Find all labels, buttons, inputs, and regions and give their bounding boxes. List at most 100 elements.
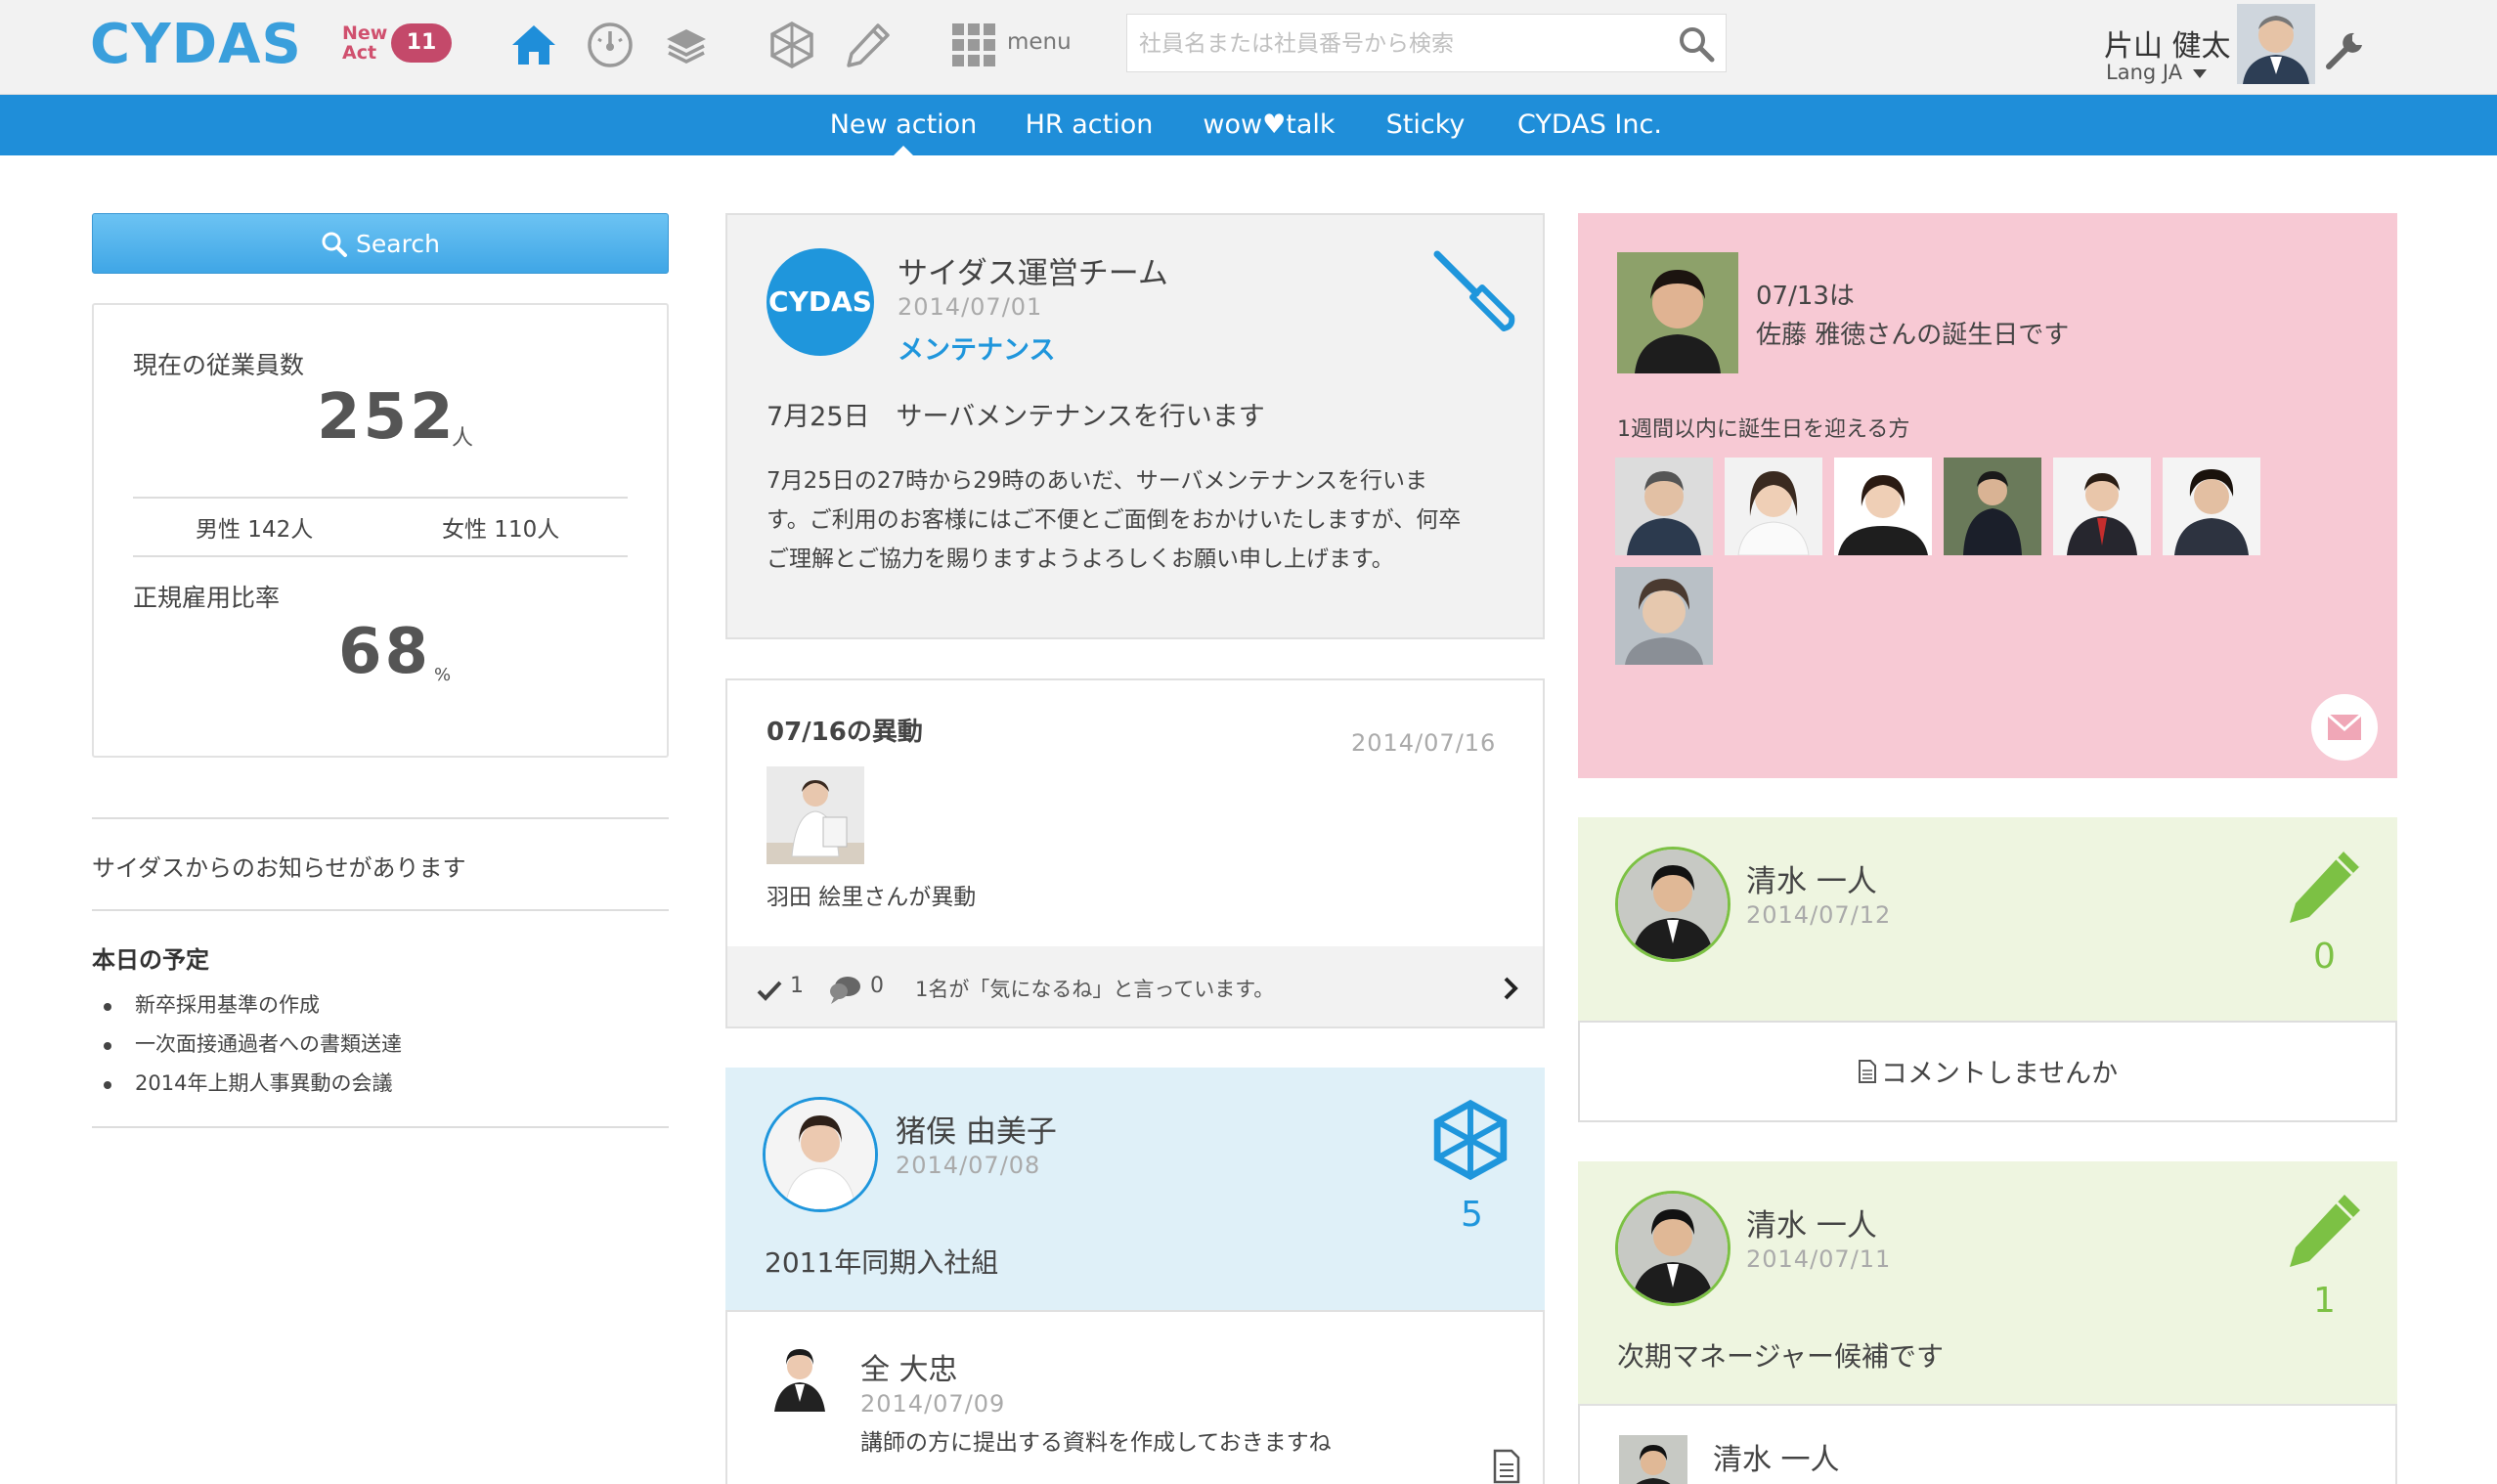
cydas-team-avatar[interactable]: CYDAS xyxy=(767,248,874,356)
comment-prompt: コメントしませんか xyxy=(1580,1052,2395,1090)
post-body-line: 7月25日の27時から29時のあいだ、サーバメンテナンスを行いま xyxy=(767,468,1428,494)
transfer-person-photo[interactable] xyxy=(767,766,864,864)
reply-post-card[interactable]: 全 大忠 2014/07/09 講師の方に提出する資料を作成しておきますね xyxy=(725,1310,1545,1484)
right-post-avatar[interactable] xyxy=(1615,847,1730,962)
post-author[interactable]: サイダス運営チーム xyxy=(898,248,1168,292)
wrench-settings-icon[interactable] xyxy=(2323,27,2368,72)
female-count: 女性 110人 xyxy=(442,517,560,543)
upcoming-birthday-photo[interactable] xyxy=(1725,458,1822,555)
comment-bubble-icon[interactable] xyxy=(829,974,862,1005)
birthday-person-photo[interactable] xyxy=(1617,252,1738,373)
right-post-photo xyxy=(1618,1194,1728,1303)
nav-sticky[interactable]: Sticky xyxy=(1375,95,1476,155)
pencil-icon[interactable] xyxy=(2280,1187,2368,1275)
pencil-icon[interactable] xyxy=(2280,843,2368,931)
post-body: 7月25日の27時から29時のあいだ、サーバメンテナンスを行いま す。ご利用のお… xyxy=(767,461,1461,579)
employees-count: 252 xyxy=(317,381,457,454)
transfer-post-card[interactable]: 07/16の異動 2014/07/16 羽田 絵里さんが異動 xyxy=(725,678,1545,948)
upcoming-birthday-photo[interactable] xyxy=(1834,458,1932,555)
birthday-date-line: 07/13は xyxy=(1756,282,1855,311)
right-post-avatar[interactable] xyxy=(1615,1191,1730,1306)
right-post-date: 2014/07/11 xyxy=(1746,1245,1892,1273)
search-button[interactable]: Search xyxy=(92,213,669,274)
new-act-label[interactable]: New Act xyxy=(342,23,387,63)
home-icon[interactable] xyxy=(508,20,559,70)
right-post-text: 次期マネージャー候補です xyxy=(1617,1340,1945,1373)
post-category[interactable]: メンテナンス xyxy=(898,328,1055,367)
language-label: Lang JA xyxy=(2106,61,2183,84)
reply-date: 2014/07/09 xyxy=(860,1390,1006,1418)
user-name[interactable]: 片山 健太 xyxy=(2104,22,2231,65)
comment-prompt-label: コメントしませんか xyxy=(1880,1059,2119,1089)
new-label: New xyxy=(342,22,388,44)
cube-icon[interactable] xyxy=(767,20,817,70)
comment-prompt-button[interactable]: コメントしませんか xyxy=(1578,1021,2397,1122)
cube-icon[interactable] xyxy=(1427,1097,1513,1183)
birthday-card: 07/13は 佐藤 雅徳さんの誕生日です 1週間以内に誕生日を迎える方 xyxy=(1578,213,2397,778)
nav-new-action[interactable]: New action xyxy=(817,95,989,155)
check-icon[interactable] xyxy=(757,980,782,1001)
upcoming-birthday-photo[interactable] xyxy=(1944,458,2041,555)
reply-author[interactable]: 全 大忠 xyxy=(860,1345,958,1388)
document-icon[interactable] xyxy=(1492,1449,1521,1484)
employee-search-box xyxy=(1126,14,1727,72)
chevron-right-icon[interactable] xyxy=(1502,976,1519,1001)
menu-label[interactable]: menu xyxy=(1007,29,1072,55)
regular-employment-value: 68 xyxy=(338,616,432,688)
employees-unit: 人 xyxy=(452,426,474,451)
right-post-card[interactable]: 清水 一人 2014/07/11 1 次期マネージャー候補です xyxy=(1578,1161,2397,1406)
post-body-line: す。ご利用のお客様にはご不便とご面倒をおかけいたしますが、何卒 xyxy=(767,507,1462,533)
act-label: Act xyxy=(342,42,377,64)
upcoming-birthday-photo[interactable] xyxy=(1615,567,1713,665)
new-act-count-badge[interactable]: 11 xyxy=(391,23,452,63)
upcoming-birthday-photo[interactable] xyxy=(1615,458,1713,555)
search-button-label: Search xyxy=(356,230,440,258)
male-count: 男性 142人 xyxy=(196,517,314,543)
schedule-item[interactable]: 新卒採用基準の作成 xyxy=(104,985,402,1025)
nav-hr-action[interactable]: HR action xyxy=(1017,95,1161,155)
birthday-name-line: 佐藤 雅徳さんの誕生日です xyxy=(1756,321,2070,350)
upcoming-birthday-photo[interactable] xyxy=(2053,458,2151,555)
gauge-icon[interactable] xyxy=(585,20,635,70)
employee-search-input[interactable] xyxy=(1139,24,1647,64)
like-summary[interactable]: 1名が「気になるね」と言っています。 xyxy=(915,974,1274,1003)
user-avatar[interactable] xyxy=(2237,4,2315,84)
right-reply-author[interactable]: 清水 一人 xyxy=(1713,1435,1840,1478)
search-icon[interactable] xyxy=(1677,24,1716,64)
language-selector[interactable]: Lang JA xyxy=(2106,61,2207,84)
employee-stats-panel: 現在の従業員数 252 人 男性 142人 女性 110人 正規雇用比率 68 … xyxy=(92,303,669,758)
reply-text: 講師の方に提出する資料を作成しておきますね xyxy=(860,1430,1332,1456)
main-nav: New action HR action wow♥talk Sticky CYD… xyxy=(0,95,2497,155)
stats-divider xyxy=(133,555,628,557)
group-author-avatar[interactable] xyxy=(763,1097,878,1212)
pencil-icon[interactable] xyxy=(843,20,894,70)
nav-wow-talk[interactable]: wow♥talk xyxy=(1199,95,1339,155)
group-author-photo xyxy=(766,1100,875,1209)
nav-cydas-inc[interactable]: CYDAS Inc. xyxy=(1513,95,1666,155)
employees-label: 現在の従業員数 xyxy=(133,351,305,379)
right-post-author[interactable]: 清水 一人 xyxy=(1746,856,1877,900)
send-birthday-message-button[interactable] xyxy=(2311,694,2378,761)
upcoming-birthdays-label: 1週間以内に誕生日を迎える方 xyxy=(1617,417,1910,442)
schedule-item[interactable]: 2014年上期人事異動の会議 xyxy=(104,1064,402,1103)
right-post-author[interactable]: 清水 一人 xyxy=(1746,1200,1877,1244)
group-post-count: 5 xyxy=(1461,1195,1483,1235)
reply-author-photo[interactable] xyxy=(765,1341,835,1412)
right-reply-card[interactable]: 清水 一人 xyxy=(1578,1404,2397,1484)
check-count: 1 xyxy=(790,974,804,998)
transfer-title: 07/16の異動 xyxy=(767,718,923,747)
group-post-author[interactable]: 猪俣 由美子 xyxy=(896,1107,1057,1151)
right-reply-photo[interactable] xyxy=(1619,1435,1687,1484)
group-post-card[interactable]: 猪俣 由美子 2014/07/08 5 2011年同期入社組 xyxy=(725,1068,1545,1310)
stats-divider xyxy=(133,497,628,499)
schedule-item[interactable]: 一次面接通過者への書類送達 xyxy=(104,1025,402,1064)
upcoming-birthday-photo[interactable] xyxy=(2163,458,2260,555)
notice-link[interactable]: サイダスからのお知らせがあります xyxy=(92,849,466,883)
right-post-photo xyxy=(1618,850,1728,959)
right-post-count: 1 xyxy=(2313,1281,2336,1321)
layers-icon[interactable] xyxy=(661,20,712,70)
cydas-logo[interactable]: CYDAS xyxy=(90,14,302,76)
grid-menu-icon[interactable] xyxy=(948,20,999,70)
maintenance-post-card[interactable]: CYDAS サイダス運営チーム 2014/07/01 メンテナンス 7月25日 … xyxy=(725,213,1545,639)
right-post-card[interactable]: 清水 一人 2014/07/12 0 xyxy=(1578,817,2397,1023)
